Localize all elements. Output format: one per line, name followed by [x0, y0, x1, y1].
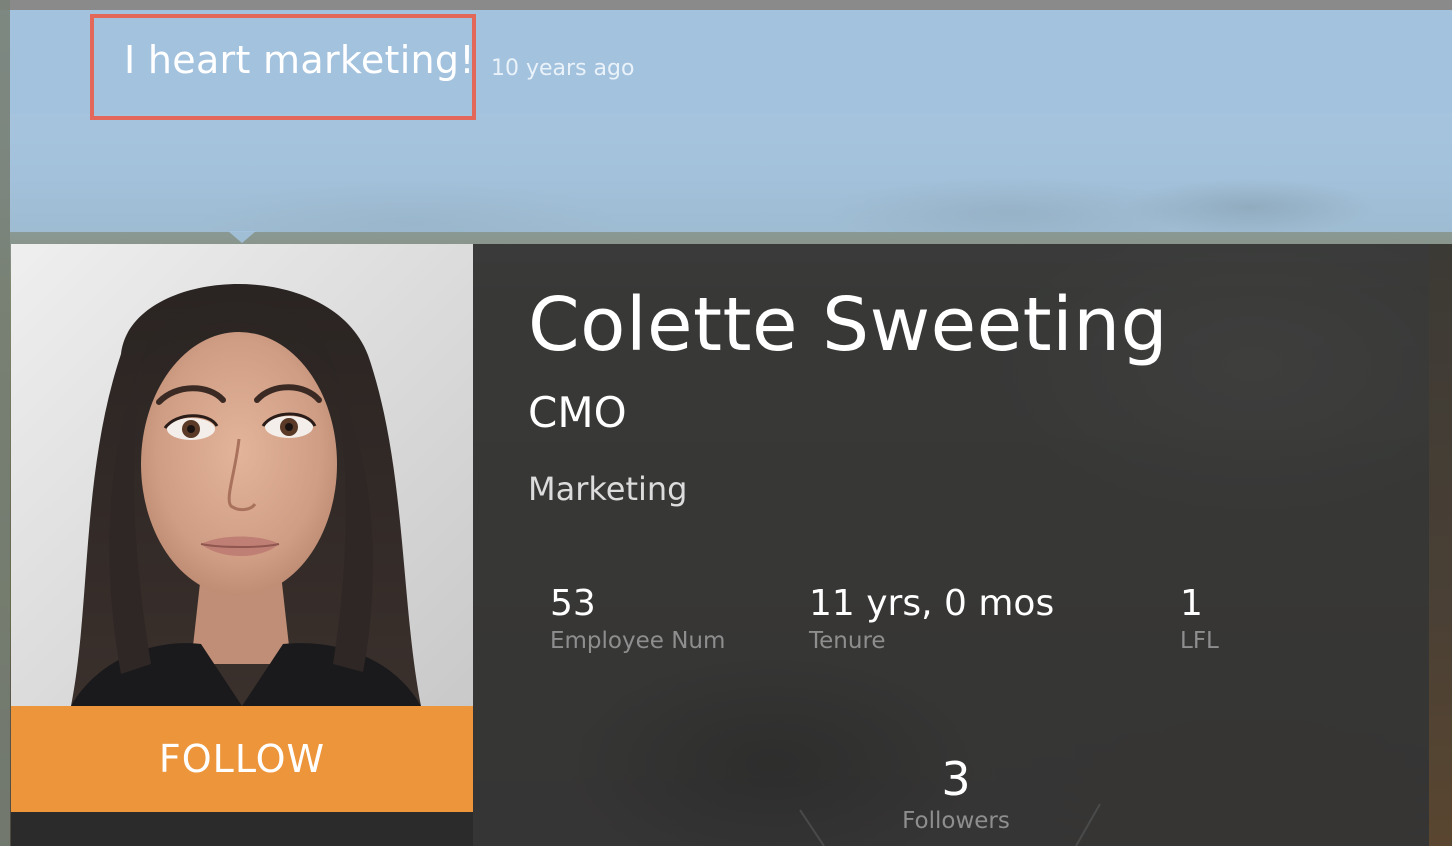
stat-lfl-value: 1 — [1180, 583, 1203, 624]
stat-employee-num: 53 Employee Num — [550, 582, 725, 656]
profile-department: Marketing — [528, 470, 688, 508]
post-timestamp: 10 years ago — [491, 56, 635, 81]
stat-tenure-value: 11 yrs, 0 mos — [809, 583, 1055, 624]
stat-tenure: 11 yrs, 0 mos Tenure — [809, 582, 1054, 656]
post-header-extension — [10, 114, 1452, 232]
photo-footer — [11, 812, 473, 846]
stat-followers[interactable]: 3 Followers — [856, 752, 1056, 836]
stat-lfl: 1 LFL — [1180, 582, 1219, 656]
avatar[interactable] — [11, 244, 473, 706]
stat-employee-num-value: 53 — [550, 583, 596, 624]
post-title[interactable]: I heart marketing! — [124, 38, 475, 82]
stat-followers-value: 3 — [941, 752, 971, 806]
background-right-edge — [1429, 244, 1452, 846]
stat-tenure-label: Tenure — [809, 628, 886, 654]
profile-job-title: CMO — [528, 388, 627, 437]
stat-lfl-label: LFL — [1180, 628, 1219, 654]
stat-employee-num-label: Employee Num — [550, 628, 726, 654]
window-top-edge — [0, 0, 1452, 10]
stat-followers-label: Followers — [902, 808, 1010, 834]
follow-button[interactable]: FOLLOW — [11, 706, 473, 812]
profile-name: Colette Sweeting — [528, 282, 1169, 368]
avatar-portrait-image — [11, 244, 473, 706]
window-left-edge — [0, 0, 10, 846]
speech-pointer-icon — [228, 231, 256, 243]
